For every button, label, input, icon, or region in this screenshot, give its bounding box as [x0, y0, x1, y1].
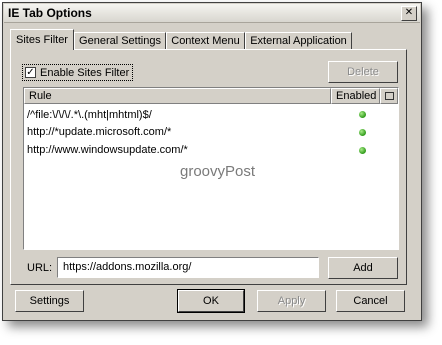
column-header-rule[interactable]: Rule [24, 88, 331, 104]
enabled-indicator-icon[interactable] [359, 129, 366, 136]
settings-label: Settings [29, 295, 70, 307]
title-bar[interactable]: IE Tab Options ✕ [4, 4, 420, 23]
enabled-indicator-icon[interactable] [359, 111, 366, 118]
tab-label: Context Menu [171, 35, 240, 47]
apply-button[interactable]: Apply [257, 290, 326, 312]
url-value: https://addons.mozilla.org/ [63, 261, 192, 273]
watermark-text: groovyPost [180, 163, 256, 180]
add-button[interactable]: Add [328, 257, 398, 279]
tab-general-settings[interactable]: General Settings [74, 32, 166, 49]
column-header-enabled[interactable]: Enabled [331, 88, 380, 104]
column-label: Rule [29, 90, 52, 102]
tab-external-application[interactable]: External Application [245, 32, 352, 49]
table-row[interactable]: http://www.windowsupdate.com/* [27, 141, 188, 159]
apply-label: Apply [277, 295, 306, 307]
url-input[interactable]: https://addons.mozilla.org/ [57, 257, 319, 278]
column-chooser-button[interactable] [380, 88, 398, 104]
tab-label: Sites Filter [16, 34, 68, 46]
column-label: Enabled [336, 90, 377, 102]
add-label: Add [353, 262, 373, 274]
url-label: URL: [27, 262, 53, 274]
delete-button[interactable]: Delete [328, 61, 398, 83]
tab-label: External Application [250, 35, 347, 47]
close-button[interactable]: ✕ [401, 6, 417, 21]
enabled-indicator-icon[interactable] [359, 147, 366, 154]
table-row[interactable]: /^file:\/\/\/.*\.(mht|mhtml)$/ [27, 106, 152, 124]
grid-icon [385, 92, 394, 100]
rule-cell: http://*update.microsoft.com/* [27, 126, 172, 138]
close-icon: ✕ [404, 7, 414, 18]
tab-context-menu[interactable]: Context Menu [166, 32, 245, 49]
enable-sites-filter-checkbox[interactable]: ✓ Enable Sites Filter [22, 64, 134, 81]
delete-label: Delete [347, 66, 379, 78]
tab-label: General Settings [79, 35, 161, 47]
checkmark-icon: ✓ [26, 67, 35, 78]
rule-cell: http://www.windowsupdate.com/* [27, 144, 188, 156]
tab-sites-filter[interactable]: Sites Filter [10, 29, 74, 50]
table-row[interactable]: http://*update.microsoft.com/* [27, 123, 171, 141]
ok-label: OK [203, 295, 219, 307]
window-title: IE Tab Options [8, 6, 92, 20]
ok-button[interactable]: OK [177, 289, 245, 313]
rule-cell: /^file:\/\/\/.*\.(mht|mhtml)$/ [27, 109, 152, 121]
checkbox-box[interactable]: ✓ [25, 67, 36, 78]
cancel-button[interactable]: Cancel [336, 290, 405, 312]
checkbox-label: Enable Sites Filter [40, 66, 130, 79]
cancel-label: Cancel [353, 295, 388, 307]
list-header: Rule Enabled [24, 88, 398, 104]
settings-button[interactable]: Settings [15, 290, 84, 312]
